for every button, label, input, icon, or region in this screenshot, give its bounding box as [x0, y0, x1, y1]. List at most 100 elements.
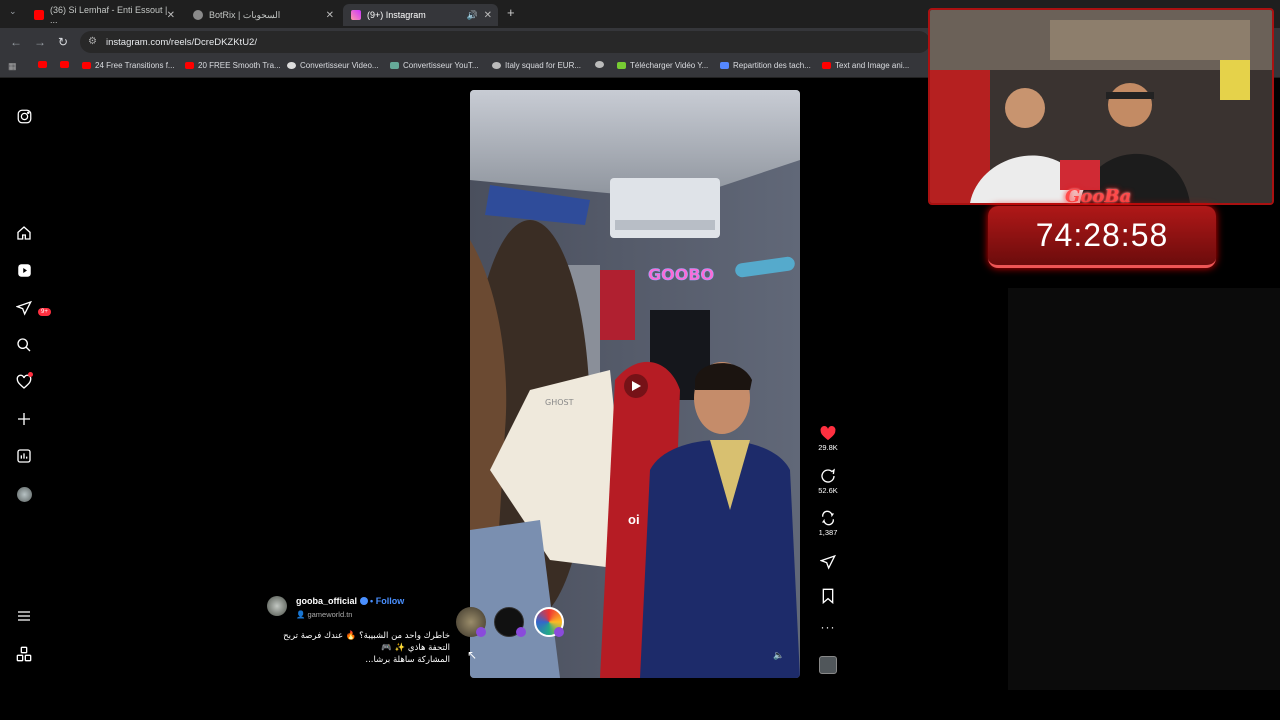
webcam-feed: [930, 10, 1272, 203]
live-badge-icon: [554, 627, 564, 637]
close-icon[interactable]: ✕: [167, 10, 175, 21]
close-icon[interactable]: ✕: [484, 10, 492, 21]
bookmark-item[interactable]: Convertisseur YouT...: [390, 61, 479, 70]
comment-count: 52.6K: [818, 486, 838, 495]
live-badge-icon: [476, 627, 486, 637]
caption-more[interactable]: المشاركة ساهلة برشا...: [260, 654, 450, 666]
play-icon[interactable]: [624, 374, 648, 398]
author-avatar[interactable]: [267, 596, 287, 616]
home-icon[interactable]: [14, 223, 34, 243]
tab-title: (9+) Instagram: [367, 10, 426, 20]
live-badge-icon: [516, 627, 526, 637]
bookmark-item[interactable]: [595, 61, 608, 68]
instagram-logo-icon[interactable]: [14, 106, 34, 126]
more-options-icon[interactable]: ···: [808, 620, 848, 634]
send-icon: [819, 554, 836, 570]
bookmark-icon: [822, 588, 834, 605]
caption-text: خاطرك واحد من الشبيبة؟ 🔥 عندك فرصة تربح …: [260, 630, 450, 666]
converter-icon: [390, 62, 399, 69]
repost-button[interactable]: 1,387: [808, 510, 848, 537]
bookmark-item[interactable]: [60, 61, 73, 68]
caption-line: التحفة هاذي ✨ 🎮: [381, 643, 450, 653]
more-menu-icon[interactable]: [14, 606, 34, 626]
close-icon[interactable]: ✕: [326, 10, 334, 21]
mouse-cursor-icon: ↖: [467, 648, 478, 662]
reel-video[interactable]: GOOBO GHOST oi 🔈: [470, 90, 800, 678]
audio-thumbnail[interactable]: [808, 656, 848, 676]
share-button[interactable]: [808, 554, 848, 572]
like-count: 29.8K: [818, 443, 838, 452]
address-bar[interactable]: ⚙ instagram.com/reels/DcreDKZKtU2/: [80, 31, 930, 53]
apps-icon[interactable]: ▦: [8, 61, 17, 72]
audio-thumbnail-icon: [819, 656, 837, 674]
page-background: [1008, 288, 1280, 690]
url-text: instagram.com/reels/DcreDKZKtU2/: [106, 36, 257, 48]
notification-badge: 9+: [38, 308, 51, 316]
forward-icon[interactable]: →: [34, 35, 46, 49]
instagram-sidebar: 9+: [0, 78, 51, 690]
notifications-heart-icon[interactable]: [14, 372, 34, 392]
create-icon[interactable]: [14, 409, 34, 429]
youtube-icon: [822, 62, 831, 69]
search-icon[interactable]: [14, 335, 34, 355]
youtube-icon: [185, 62, 194, 69]
new-tab-button[interactable]: +: [507, 5, 515, 20]
bookmark-item[interactable]: [38, 61, 51, 68]
heart-icon: [820, 426, 836, 441]
caption-line: خاطرك واحد من الشبيبة؟ 🔥 عندك فرصة تربح: [283, 631, 450, 641]
svg-text:GOOBO: GOOBO: [648, 265, 714, 284]
person-icon: 👤: [296, 610, 306, 619]
tab-title: (36) Si Lemhaf - Enti Essout | ...: [50, 5, 168, 25]
also-from-meta-icon[interactable]: [14, 644, 34, 664]
mute-icon[interactable]: 🔈: [773, 650, 784, 661]
bookmark-item[interactable]: 24 Free Transitions f...: [82, 61, 175, 70]
speaker-icon[interactable]: 🔊: [467, 10, 478, 21]
avatar: [16, 486, 32, 502]
tab-botrix[interactable]: BotRix | السحوبات ✕: [185, 4, 340, 26]
youtube-icon: [82, 62, 91, 69]
tab-instagram[interactable]: (9+) Instagram 🔊 ✕: [343, 4, 498, 26]
youtube-icon: [38, 61, 47, 68]
globe-icon: [595, 61, 604, 68]
webcam-overlay: [928, 8, 1274, 205]
reels-icon[interactable]: [14, 260, 34, 280]
comment-button[interactable]: 52.6K: [808, 468, 848, 495]
subathon-timer: 74:28:58: [988, 206, 1216, 268]
profile-avatar[interactable]: [14, 484, 34, 504]
tab-search-icon[interactable]: ⌄: [9, 6, 17, 17]
tab-youtube[interactable]: (36) Si Lemhaf - Enti Essout | ... ✕: [26, 4, 181, 26]
comment-icon: [821, 468, 835, 483]
bottom-bar: [0, 690, 1280, 720]
download-icon: [617, 62, 626, 69]
tab-title: BotRix | السحوبات: [209, 9, 281, 20]
collab-avatars[interactable]: [456, 607, 576, 642]
bookmark-item[interactable]: 20 FREE Smooth Tra...: [185, 61, 281, 70]
site-info-icon[interactable]: ⚙: [88, 36, 97, 47]
back-icon[interactable]: ←: [10, 35, 22, 49]
verified-icon: [359, 597, 368, 605]
bookmark-item[interactable]: Télécharger Vidéo Y...: [617, 61, 708, 70]
author-line: gooba_official • Follow: [296, 596, 405, 606]
follow-button[interactable]: Follow: [376, 596, 405, 606]
youtube-icon: [34, 10, 44, 20]
bookmark-item[interactable]: Text and Image ani...: [822, 61, 909, 70]
reload-icon[interactable]: ↻: [58, 35, 68, 49]
youtube-icon: [60, 61, 69, 68]
doc-icon: [720, 62, 729, 69]
instagram-icon: [351, 10, 361, 20]
location-line[interactable]: 👤 gameworld.tn: [296, 610, 352, 619]
like-button[interactable]: 29.8K: [808, 426, 848, 452]
stream-brand-logo: GooBa: [1065, 186, 1132, 207]
botrix-icon: [193, 10, 203, 20]
dashboard-icon[interactable]: [14, 446, 34, 466]
messages-icon[interactable]: 9+: [14, 298, 51, 318]
box-label-icon: GHOST: [545, 398, 574, 407]
notification-dot: [28, 372, 33, 377]
repost-count: 1,387: [818, 528, 838, 537]
bookmark-item[interactable]: Convertisseur Video...: [287, 61, 379, 70]
author-username[interactable]: gooba_official: [296, 596, 357, 606]
repost-icon: [821, 510, 835, 526]
bookmark-item[interactable]: Italy squad for EUR...: [492, 61, 581, 70]
save-button[interactable]: [808, 588, 848, 606]
bookmark-item[interactable]: Repartition des tach...: [720, 61, 811, 70]
